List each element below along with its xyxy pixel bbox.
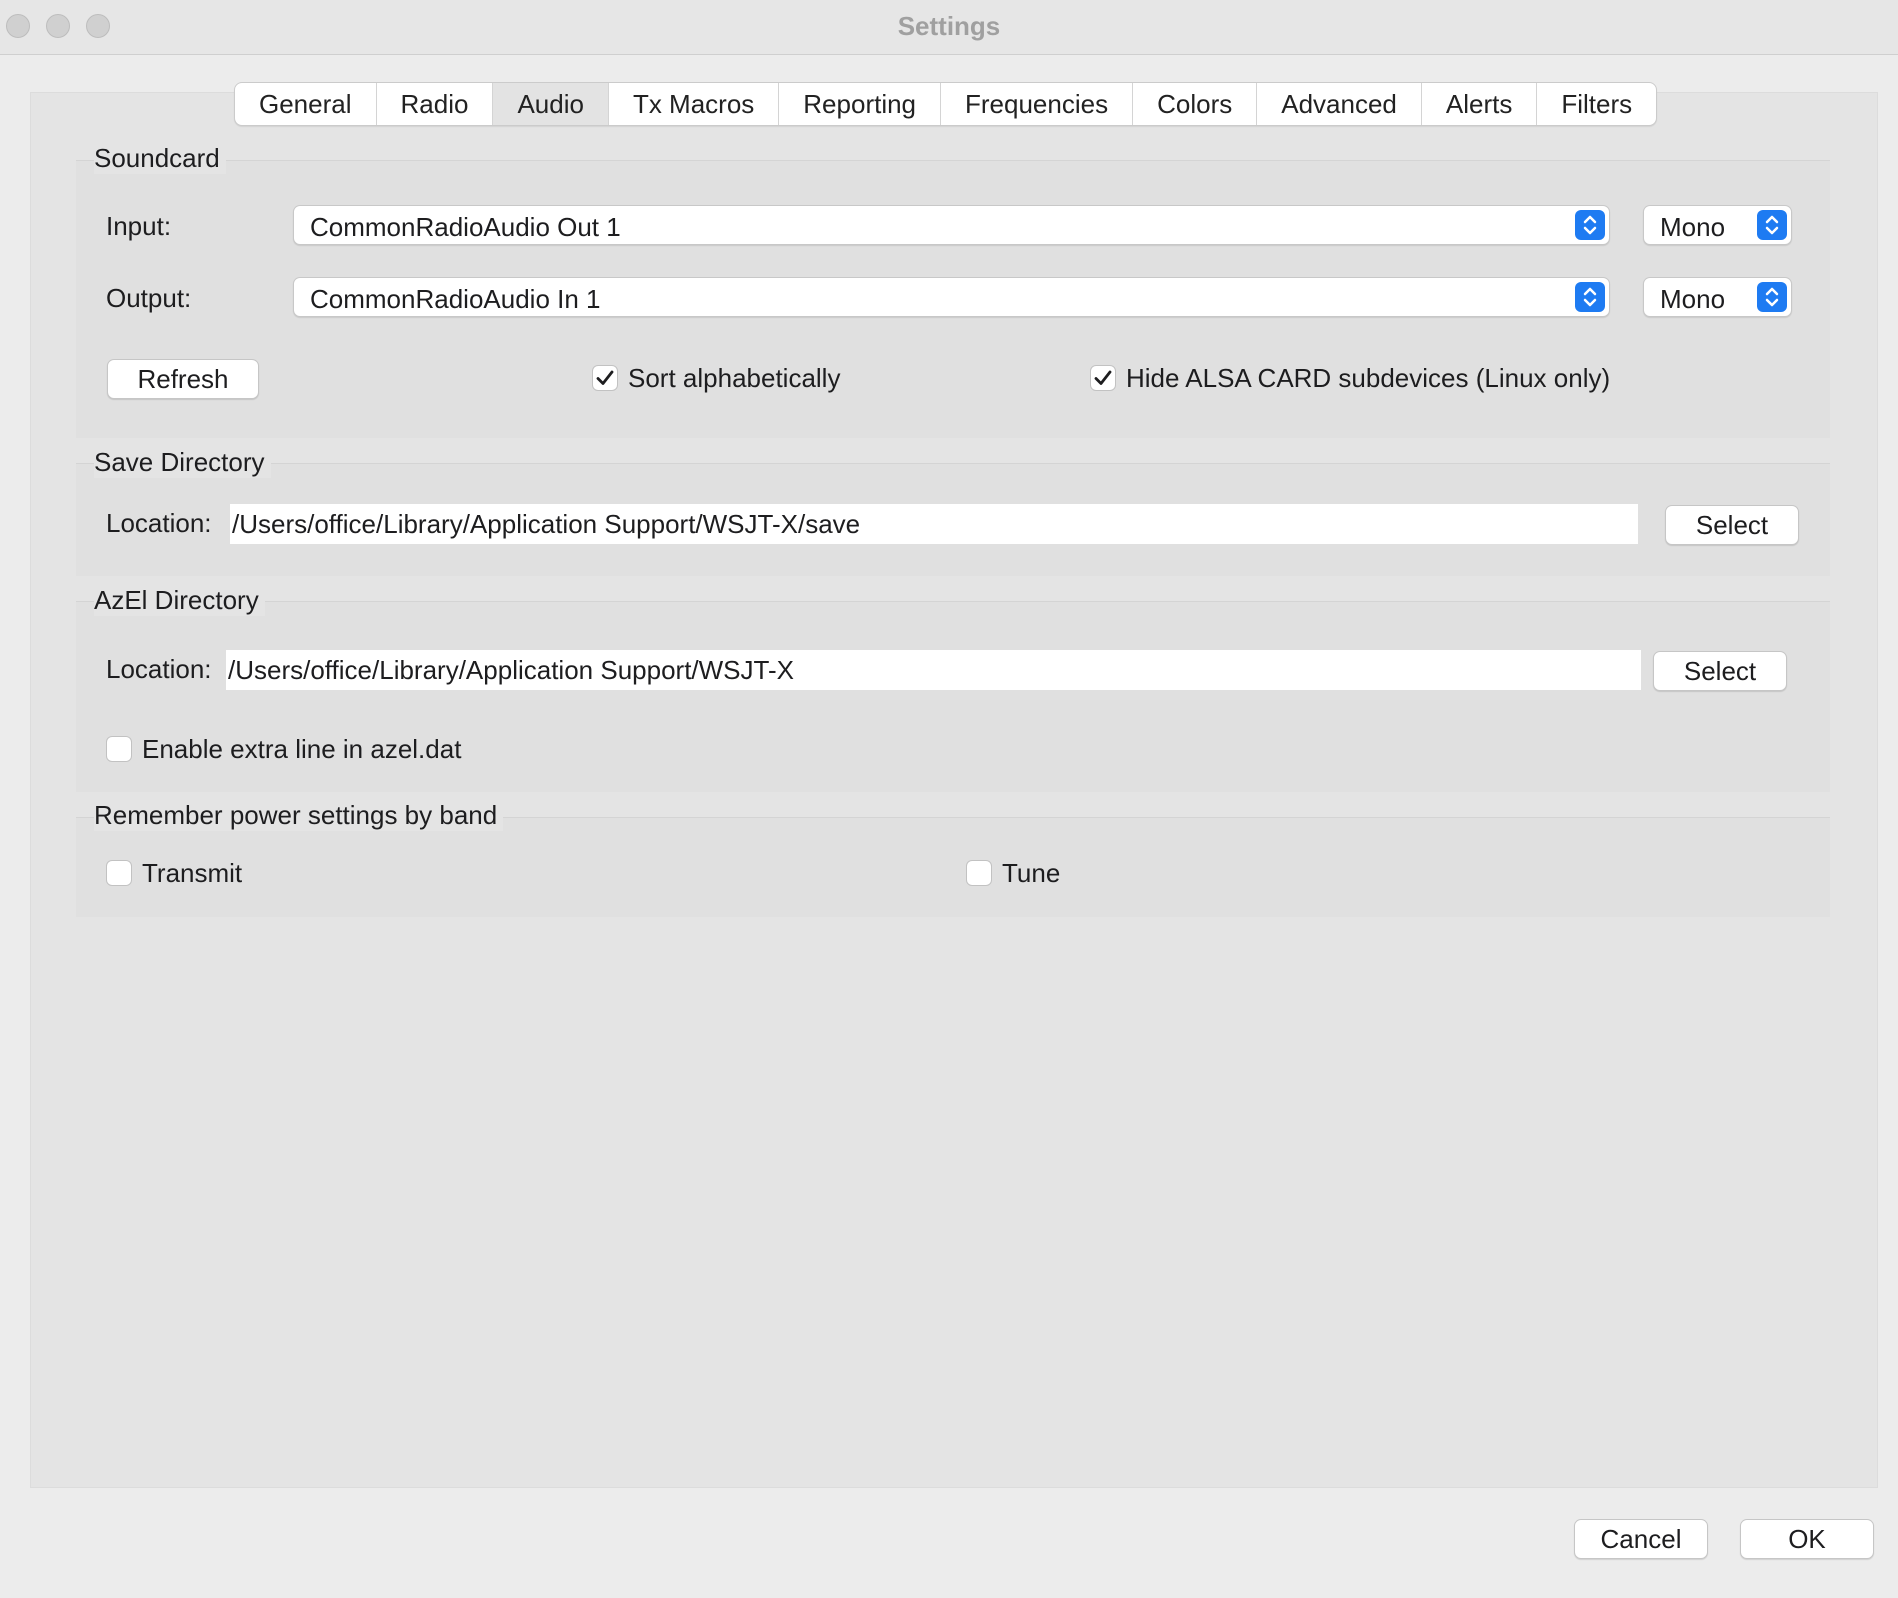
checkmark-icon bbox=[592, 365, 618, 391]
soundcard-title: Soundcard bbox=[94, 143, 226, 174]
title-bar[interactable]: Settings bbox=[0, 0, 1898, 55]
tab-colors[interactable]: Colors bbox=[1133, 83, 1258, 125]
enable-extra-line-checkbox[interactable]: Enable extra line in azel.dat bbox=[106, 733, 461, 765]
sort-alphabetically-label: Sort alphabetically bbox=[628, 362, 841, 393]
enable-extra-line-label: Enable extra line in azel.dat bbox=[142, 733, 462, 764]
transmit-label: Transmit bbox=[142, 857, 243, 888]
checkbox-unchecked-icon bbox=[966, 860, 992, 886]
tab-advanced[interactable]: Advanced bbox=[1257, 83, 1422, 125]
checkbox-unchecked-icon bbox=[106, 860, 132, 886]
tab-filters[interactable]: Filters bbox=[1537, 83, 1656, 125]
azel-location-label: Location: bbox=[106, 654, 212, 684]
power-settings-title: Remember power settings by band bbox=[94, 800, 504, 831]
tune-label: Tune bbox=[1002, 857, 1061, 888]
updown-arrows-icon bbox=[1757, 210, 1787, 240]
tab-alerts[interactable]: Alerts bbox=[1422, 83, 1538, 125]
transmit-checkbox[interactable]: Transmit bbox=[106, 857, 242, 889]
ok-button[interactable]: OK bbox=[1740, 1519, 1874, 1559]
input-device-value: CommonRadioAudio Out 1 bbox=[310, 212, 621, 242]
tab-general[interactable]: General bbox=[235, 83, 377, 125]
output-device-value: CommonRadioAudio In 1 bbox=[310, 284, 601, 314]
output-device-select[interactable]: CommonRadioAudio In 1 bbox=[293, 277, 1610, 317]
azel-location-input[interactable] bbox=[226, 650, 1641, 690]
updown-arrows-icon bbox=[1575, 282, 1605, 312]
hide-alsa-checkbox[interactable]: Hide ALSA CARD subdevices (Linux only) bbox=[1090, 362, 1610, 394]
output-channel-value: Mono bbox=[1660, 284, 1726, 314]
save-location-input[interactable] bbox=[230, 504, 1638, 544]
power-settings-group bbox=[76, 817, 1830, 917]
checkbox-unchecked-icon bbox=[106, 736, 132, 762]
input-label: Input: bbox=[106, 211, 172, 241]
sort-alphabetically-checkbox[interactable]: Sort alphabetically bbox=[592, 362, 840, 394]
output-label: Output: bbox=[106, 283, 192, 313]
save-directory-select-button[interactable]: Select bbox=[1665, 505, 1799, 545]
save-location-label: Location: bbox=[106, 508, 212, 538]
refresh-button[interactable]: Refresh bbox=[107, 359, 259, 399]
window-title: Settings bbox=[897, 11, 1001, 41]
updown-arrows-icon bbox=[1575, 210, 1605, 240]
input-channel-value: Mono bbox=[1660, 212, 1726, 242]
tab-frequencies[interactable]: Frequencies bbox=[941, 83, 1134, 125]
azel-directory-select-button[interactable]: Select bbox=[1653, 651, 1787, 691]
updown-arrows-icon bbox=[1757, 282, 1787, 312]
settings-window: Settings General Radio Audio Tx Macros R… bbox=[0, 0, 1898, 1598]
azel-directory-title: AzEl Directory bbox=[94, 585, 265, 616]
tab-audio[interactable]: Audio bbox=[493, 83, 609, 125]
input-device-select[interactable]: CommonRadioAudio Out 1 bbox=[293, 205, 1610, 245]
tab-bar: General Radio Audio Tx Macros Reporting … bbox=[234, 82, 1658, 126]
tune-checkbox[interactable]: Tune bbox=[966, 857, 1060, 889]
tab-reporting[interactable]: Reporting bbox=[779, 83, 942, 125]
tab-tx-macros[interactable]: Tx Macros bbox=[609, 83, 780, 125]
tab-radio[interactable]: Radio bbox=[377, 83, 494, 125]
output-channel-select[interactable]: Mono bbox=[1643, 277, 1792, 317]
save-directory-title: Save Directory bbox=[94, 447, 271, 478]
hide-alsa-label: Hide ALSA CARD subdevices (Linux only) bbox=[1126, 362, 1611, 393]
cancel-button[interactable]: Cancel bbox=[1574, 1519, 1708, 1559]
checkmark-icon bbox=[1090, 365, 1116, 391]
input-channel-select[interactable]: Mono bbox=[1643, 205, 1792, 245]
